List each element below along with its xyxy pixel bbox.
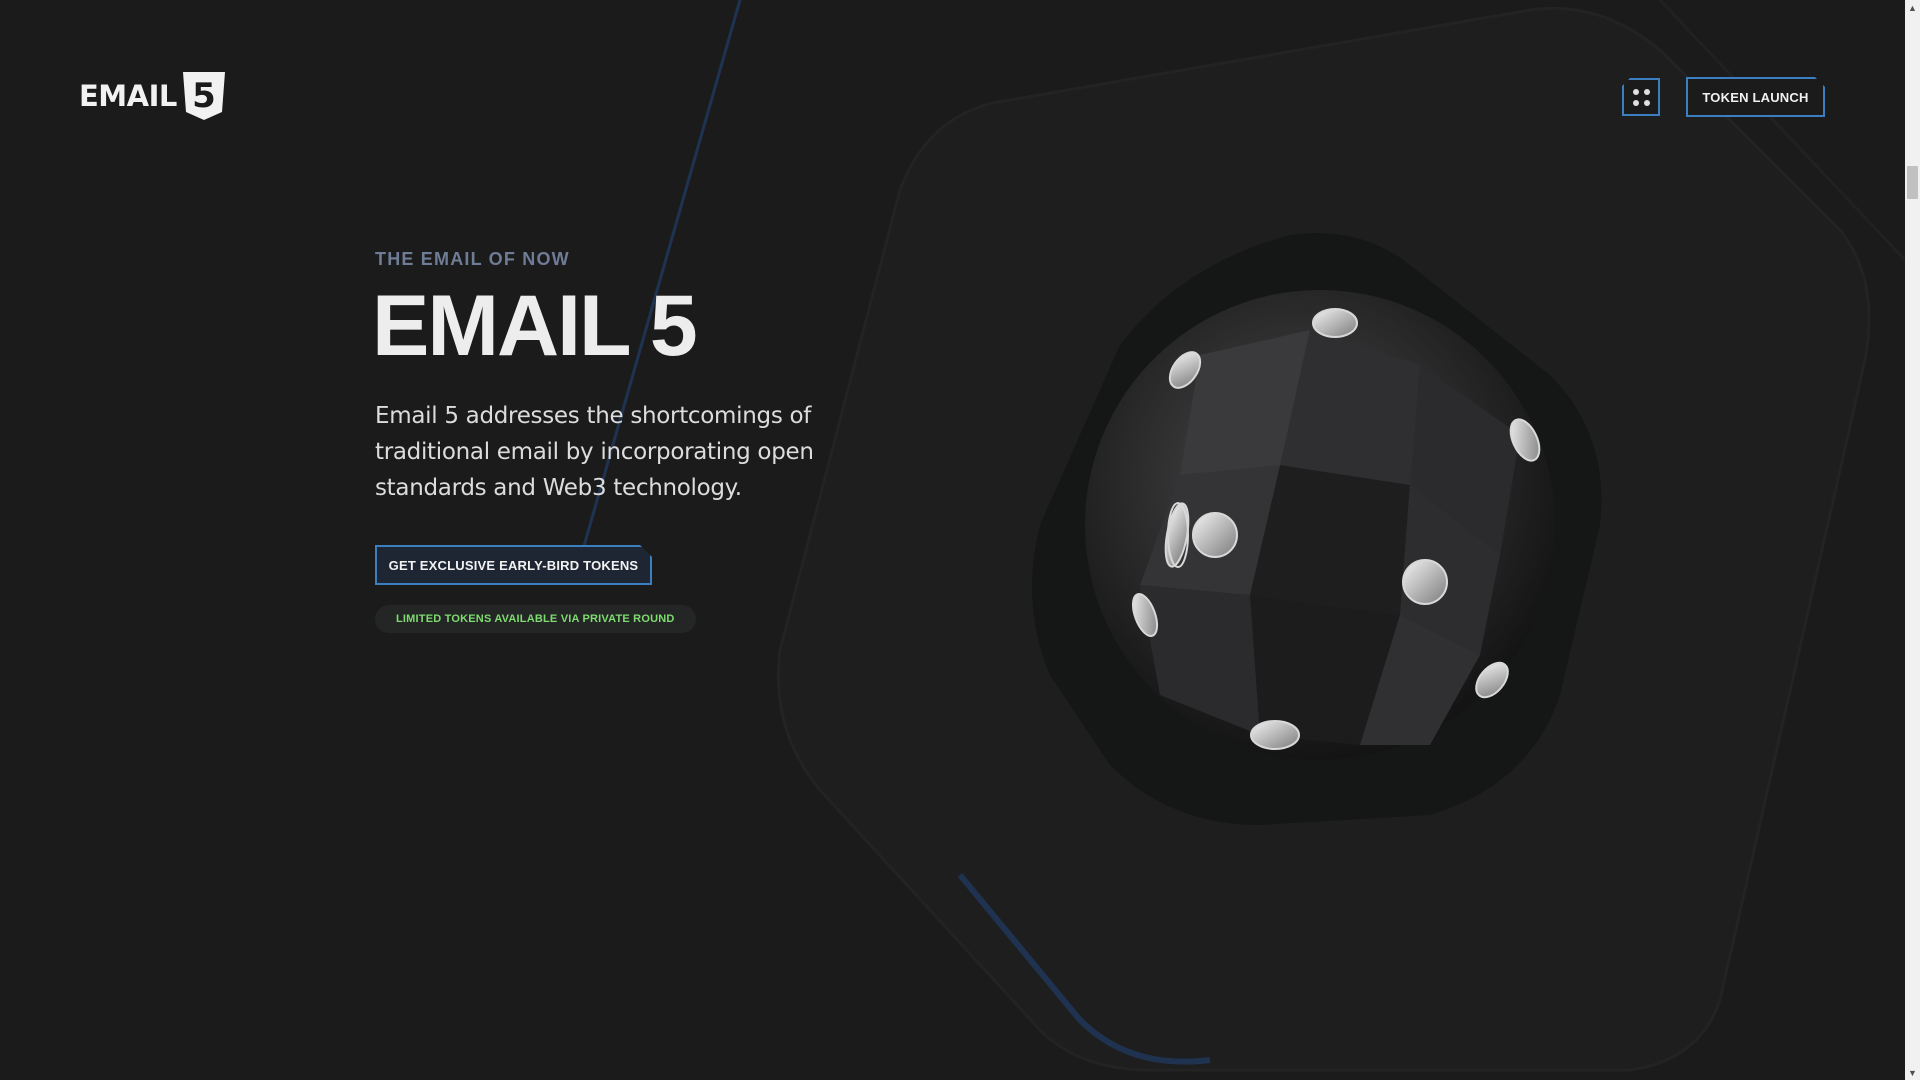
token-launch-button[interactable]: TOKEN LAUNCH — [1686, 77, 1825, 117]
scroll-up-arrow-icon[interactable]: ▲ — [1905, 0, 1920, 15]
hero-eyebrow: THE EMAIL OF NOW — [375, 249, 570, 269]
hero-title: EMAIL 5 — [372, 278, 698, 374]
dodecahedron-sphere-illustration — [1032, 233, 1602, 825]
scroll-down-arrow-icon[interactable]: ▼ — [1905, 1065, 1920, 1080]
site-logo[interactable]: EMAIL 5 — [79, 70, 227, 122]
grid-dots-icon — [1632, 88, 1650, 106]
hero-description: Email 5 addresses the shortcomings of tr… — [375, 403, 814, 501]
page: EMAIL 5 TOKEN LAUNCH THE EMAIL OF NOW EM… — [0, 0, 1905, 1080]
early-bird-tokens-button[interactable]: GET EXCLUSIVE EARLY-BIRD TOKENS — [375, 545, 652, 585]
menu-button[interactable] — [1622, 78, 1660, 116]
scroll-thumb[interactable] — [1907, 166, 1918, 199]
logo-wordmark: EMAIL — [79, 79, 177, 113]
background-decoration — [578, 0, 1905, 1072]
private-round-badge: LIMITED TOKENS AVAILABLE VIA PRIVATE ROU… — [375, 605, 696, 633]
logo-badge-number: 5 — [192, 76, 216, 116]
vertical-scrollbar[interactable]: ▲ ▼ — [1905, 0, 1920, 1080]
logo-shield-icon: 5 — [182, 72, 225, 120]
